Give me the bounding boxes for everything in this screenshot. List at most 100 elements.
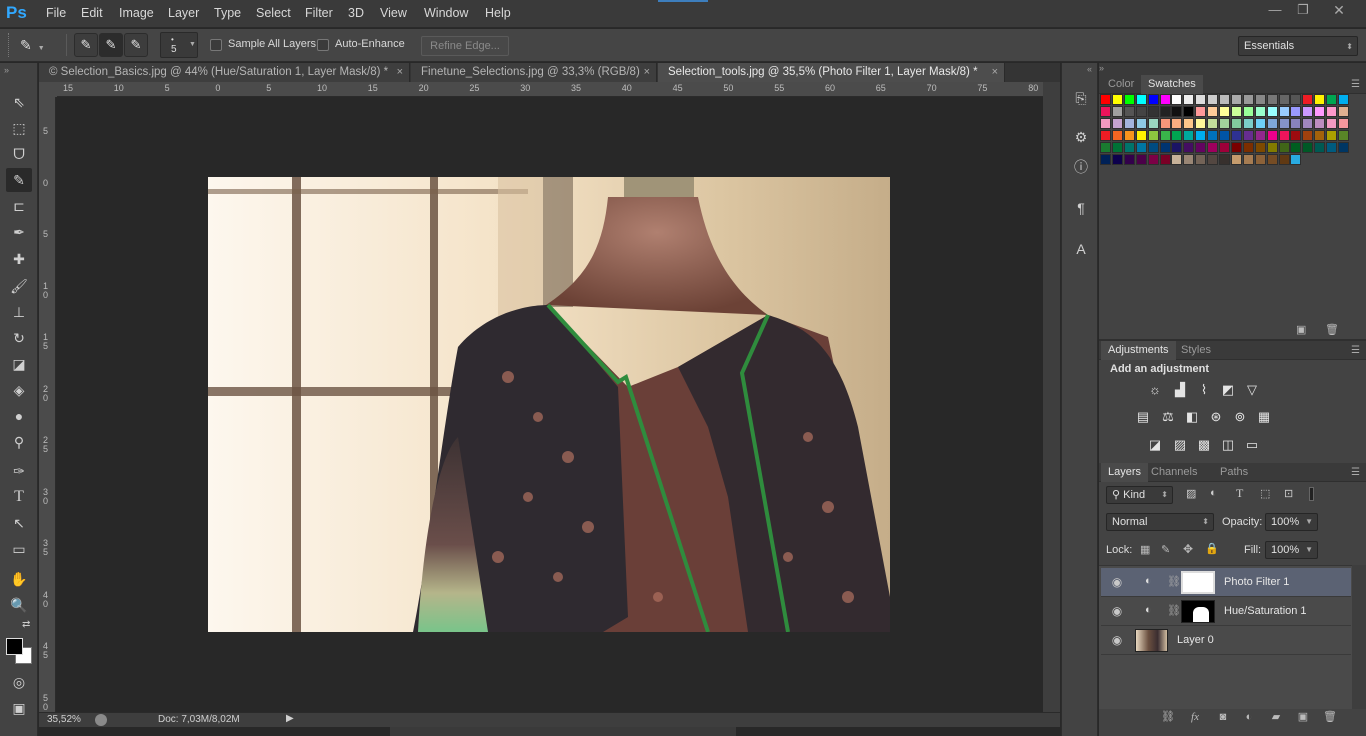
black-white-icon[interactable]: ◧	[1183, 408, 1201, 426]
color-swatch[interactable]	[1290, 129, 1302, 141]
color-swatch[interactable]	[1111, 105, 1123, 117]
color-swatch[interactable]	[1302, 105, 1314, 117]
color-swatch[interactable]	[1326, 141, 1338, 153]
color-swatch[interactable]	[1183, 141, 1195, 153]
vibrance-icon[interactable]: ▽	[1243, 381, 1261, 399]
tab-selection-basics[interactable]: © Selection_Basics.jpg @ 44% (Hue/Satura…	[39, 63, 410, 82]
color-swatch[interactable]	[1207, 141, 1219, 153]
lock-pixels-icon[interactable]: ✎	[1161, 543, 1170, 556]
color-swatch[interactable]	[1135, 117, 1147, 129]
tab-finetune-selections[interactable]: Finetune_Selections.jpg @ 33,3% (RGB/8) …	[411, 63, 657, 82]
color-swatch[interactable]	[1254, 94, 1266, 105]
zoom-level[interactable]: 35,52%	[47, 714, 81, 725]
color-swatch[interactable]	[1326, 105, 1338, 117]
color-swatch[interactable]	[1100, 117, 1111, 129]
color-swatch[interactable]	[1159, 141, 1171, 153]
healing-brush-icon[interactable]: ✚	[6, 247, 32, 271]
filter-adjustment-icon[interactable]: ◐	[1210, 487, 1217, 499]
color-swatch[interactable]	[1242, 141, 1254, 153]
tab-color[interactable]: Color	[1101, 75, 1141, 94]
color-swatch[interactable]	[1242, 94, 1254, 105]
menu-select[interactable]: Select	[256, 6, 291, 20]
tab-styles[interactable]: Styles	[1174, 341, 1218, 360]
color-swatch[interactable]	[1338, 94, 1349, 105]
subtract-from-selection-icon[interactable]: ✎	[124, 33, 148, 57]
color-swatch[interactable]	[1135, 129, 1147, 141]
color-swatch[interactable]	[1278, 105, 1290, 117]
color-swatch[interactable]	[1123, 94, 1135, 105]
layer-row-layer-0[interactable]: ◉ Layer 0	[1101, 626, 1351, 655]
visibility-eye-icon[interactable]: ◉	[1110, 575, 1124, 589]
color-swatch[interactable]	[1171, 94, 1183, 105]
color-swatch[interactable]	[1100, 153, 1111, 165]
eraser-tool-icon[interactable]: ◪	[6, 352, 32, 376]
delete-layer-icon[interactable]: 🗑	[1321, 709, 1339, 725]
tab-channels[interactable]: Channels	[1144, 463, 1204, 482]
close-icon[interactable]: ×	[644, 63, 650, 82]
workspace-dropdown[interactable]: Essentials ⬍	[1238, 36, 1358, 56]
color-swatch[interactable]	[1159, 117, 1171, 129]
color-swatch[interactable]	[1290, 153, 1302, 165]
color-swatch[interactable]	[1219, 117, 1230, 129]
color-swatch[interactable]	[1123, 153, 1135, 165]
panel-menu-icon[interactable]: ☰	[1351, 79, 1360, 90]
levels-icon[interactable]: ▟	[1171, 381, 1189, 399]
menu-type[interactable]: Type	[214, 6, 241, 20]
color-swatch[interactable]	[1183, 129, 1195, 141]
dodge-tool-icon[interactable]: ⚲	[6, 430, 32, 454]
color-swatch[interactable]	[1290, 117, 1302, 129]
color-swatch[interactable]	[1195, 105, 1207, 117]
color-swatch[interactable]	[1183, 105, 1195, 117]
color-swatch[interactable]	[1230, 117, 1242, 129]
color-swatch[interactable]	[1123, 105, 1135, 117]
history-brush-icon[interactable]: ↻	[6, 326, 32, 350]
color-swatch[interactable]	[1338, 141, 1349, 153]
color-swatch[interactable]	[1207, 153, 1219, 165]
color-swatch[interactable]	[1111, 117, 1123, 129]
tab-paths[interactable]: Paths	[1213, 463, 1255, 482]
link-layers-icon[interactable]: ⛓	[1159, 709, 1177, 725]
color-swatch[interactable]	[1290, 141, 1302, 153]
collapse-icon[interactable]: «	[1087, 64, 1092, 74]
color-swatch[interactable]	[1111, 141, 1123, 153]
zoom-tool-icon[interactable]: 🔍	[6, 593, 32, 617]
channel-mixer-icon[interactable]: ⊚	[1231, 408, 1249, 426]
color-swatch[interactable]	[1314, 129, 1326, 141]
lock-transparent-icon[interactable]: ▦	[1140, 543, 1150, 556]
clone-stamp-icon[interactable]: ⊥	[6, 300, 32, 324]
color-swatch[interactable]	[1135, 141, 1147, 153]
color-swatch[interactable]	[1219, 129, 1230, 141]
color-swatch[interactable]	[1230, 153, 1242, 165]
layer-row-photo-filter[interactable]: ◉ ◐ ⛓ Photo Filter 1	[1101, 568, 1351, 597]
filter-pixel-icon[interactable]: ▨	[1186, 487, 1196, 500]
color-swatch[interactable]	[1254, 105, 1266, 117]
color-swatch[interactable]	[1314, 117, 1326, 129]
color-swatch[interactable]	[1219, 94, 1230, 105]
color-swatch[interactable]	[1242, 117, 1254, 129]
color-swatch[interactable]	[1302, 141, 1314, 153]
color-swatch[interactable]	[1135, 105, 1147, 117]
color-swatch[interactable]	[1242, 129, 1254, 141]
color-swatch[interactable]	[1230, 94, 1242, 105]
collapse-icon[interactable]: »	[1099, 63, 1104, 73]
menu-window[interactable]: Window	[424, 6, 468, 20]
color-swatch[interactable]	[1242, 105, 1254, 117]
color-swatch[interactable]	[1147, 129, 1159, 141]
opacity-field[interactable]: 100% ▼	[1265, 513, 1318, 531]
close-icon[interactable]: ×	[992, 63, 998, 82]
color-swatch[interactable]	[1195, 94, 1207, 105]
move-tool-icon[interactable]: ⇖	[6, 90, 32, 114]
color-swatch[interactable]	[1326, 94, 1338, 105]
close-button[interactable]: ✕	[1324, 2, 1354, 20]
refine-edge-button[interactable]: Refine Edge...	[421, 36, 509, 56]
color-swatch[interactable]	[1266, 117, 1278, 129]
color-swatch[interactable]	[1195, 117, 1207, 129]
color-swatch[interactable]	[1278, 141, 1290, 153]
color-swatch[interactable]	[1326, 117, 1338, 129]
color-swatch[interactable]	[1195, 153, 1207, 165]
add-mask-icon[interactable]: ◙	[1214, 709, 1232, 725]
brush-picker[interactable]: • 5 ▼	[160, 32, 198, 58]
tab-selection-tools[interactable]: Selection_tools.jpg @ 35,5% (Photo Filte…	[658, 63, 1005, 82]
color-swatch[interactable]	[1147, 153, 1159, 165]
layer-name[interactable]: Hue/Saturation 1	[1224, 605, 1307, 617]
